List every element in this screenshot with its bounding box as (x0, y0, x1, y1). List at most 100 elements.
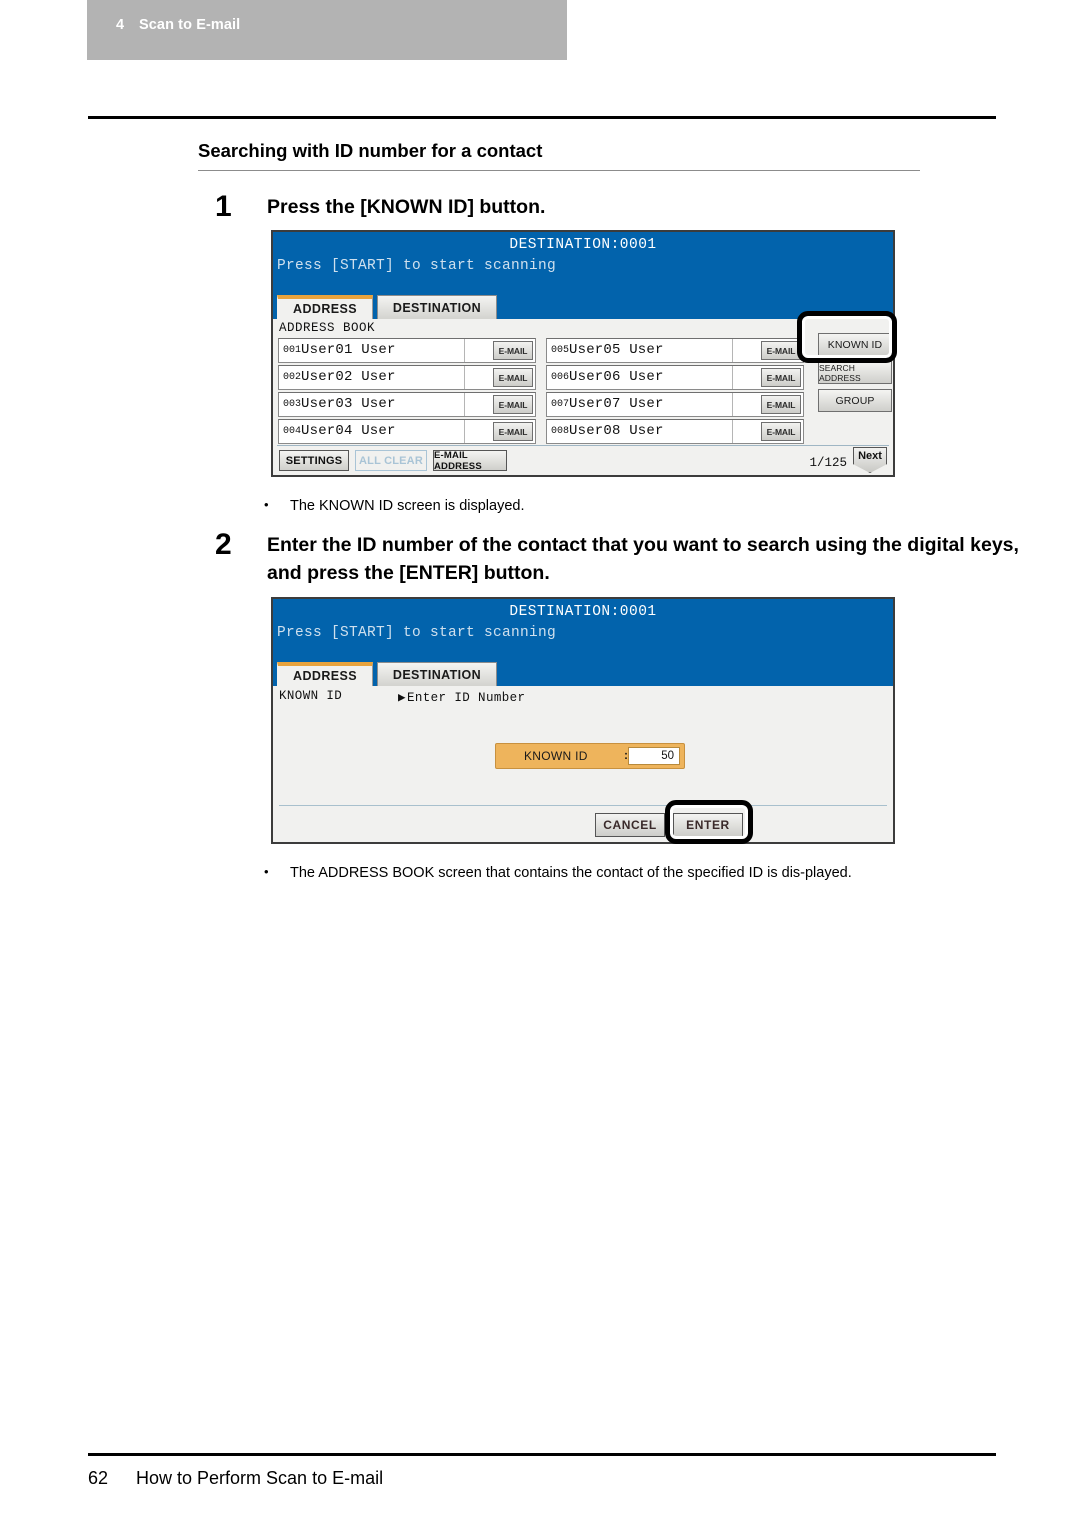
email-type-button[interactable]: E-MAIL (761, 395, 801, 414)
contact-entry-001[interactable]: 001 User01 User E-MAIL (278, 338, 536, 363)
contact-index: 006 (551, 372, 570, 383)
contact-name: User08 User (569, 423, 664, 439)
settings-button[interactable]: SETTINGS (279, 450, 349, 471)
contact-index: 004 (283, 426, 302, 437)
contact-name: User04 User (301, 423, 396, 439)
email-type-button[interactable]: E-MAIL (761, 341, 801, 360)
email-type-button[interactable]: E-MAIL (761, 368, 801, 387)
cell-divider (464, 393, 465, 416)
lcd1-destination-counter: DESTINATION:0001 (509, 237, 657, 253)
cancel-button[interactable]: CANCEL (595, 813, 665, 837)
tab-destination[interactable]: DESTINATION (377, 295, 497, 319)
contact-name: User01 User (301, 342, 396, 358)
contact-name: User05 User (569, 342, 664, 358)
tab-destination[interactable]: DESTINATION (377, 662, 497, 686)
address-row: 001 User01 User E-MAIL 005 User05 User E… (278, 338, 813, 363)
cell-divider (732, 339, 733, 362)
group-button[interactable]: GROUP (818, 389, 892, 412)
step-2-number: 2 (215, 528, 232, 561)
cell-divider (732, 420, 733, 443)
lcd1-tab-row: ADDRESS DESTINATION (273, 295, 893, 319)
lcd1-status-message: Press [START] to start scanning (277, 258, 557, 274)
contact-entry-005[interactable]: 005 User05 User E-MAIL (546, 338, 804, 363)
chapter-header-bar: 4 Scan to E-mail (87, 0, 567, 60)
step-1-text: Press the [KNOWN ID] button. (267, 196, 546, 218)
lcd2-tab-row: ADDRESS DESTINATION (273, 662, 893, 686)
top-divider-rule (88, 116, 996, 119)
address-book-label: ADDRESS BOOK (279, 321, 376, 335)
contact-name: User02 User (301, 369, 396, 385)
cell-divider (732, 393, 733, 416)
email-type-button[interactable]: E-MAIL (493, 422, 533, 441)
contact-entry-004[interactable]: 004 User04 User E-MAIL (278, 419, 536, 444)
known-id-mode-label: KNOWN ID (279, 689, 343, 703)
contact-name: User03 User (301, 396, 396, 412)
bullet-glyph-icon: • (264, 864, 269, 879)
section-heading: Searching with ID number for a contact (198, 140, 920, 171)
contact-index: 008 (551, 426, 570, 437)
note-2: • The ADDRESS BOOK screen that contains … (264, 863, 964, 884)
contact-name: User07 User (569, 396, 664, 412)
contact-index: 003 (283, 399, 302, 410)
all-clear-button[interactable]: ALL CLEAR (355, 450, 427, 471)
contact-entry-003[interactable]: 003 User03 User E-MAIL (278, 392, 536, 417)
step-2-text: Enter the ID number of the contact that … (267, 534, 1019, 584)
lcd2-body: KNOWN ID ▶Enter ID Number KNOWN ID : 50 … (273, 686, 893, 842)
note-1: • The KNOWN ID screen is displayed. (264, 496, 964, 517)
lcd1-side-button-column: KNOWN ID SEARCH ADDRESS GROUP (818, 333, 893, 417)
address-book-grid: 001 User01 User E-MAIL 005 User05 User E… (278, 338, 813, 446)
contact-entry-002[interactable]: 002 User02 User E-MAIL (278, 365, 536, 390)
contact-name: User06 User (569, 369, 664, 385)
contact-index: 001 (283, 345, 302, 356)
note-2-text: The ADDRESS BOOK screen that contains th… (290, 865, 852, 881)
chapter-title: Scan to E-mail (139, 17, 241, 33)
lcd-screen-address-book: DESTINATION:0001 Press [START] to start … (271, 230, 895, 477)
known-id-prompt-text: Enter ID Number (406, 691, 526, 705)
contact-index: 007 (551, 399, 570, 410)
tab-address[interactable]: ADDRESS (277, 662, 373, 686)
footer-title: How to Perform Scan to E-mail (136, 1468, 384, 1488)
lcd2-destination-counter: DESTINATION:0001 (509, 604, 657, 620)
enter-button[interactable]: ENTER (673, 813, 743, 837)
address-row: 002 User02 User E-MAIL 006 User06 User E… (278, 365, 813, 390)
search-address-button[interactable]: SEARCH ADDRESS (818, 361, 892, 384)
known-id-button[interactable]: KNOWN ID (818, 333, 892, 356)
cell-divider (464, 420, 465, 443)
next-page-button[interactable]: Next (853, 447, 887, 473)
triangle-marker-icon: ▶ (398, 691, 406, 705)
bullet-glyph-icon: • (264, 497, 269, 512)
contact-entry-008[interactable]: 008 User08 User E-MAIL (546, 419, 804, 444)
email-type-button[interactable]: E-MAIL (493, 341, 533, 360)
lcd2-divider (279, 805, 887, 806)
bottom-divider-rule (88, 1453, 996, 1456)
note-1-text: The KNOWN ID screen is displayed. (290, 498, 525, 514)
lcd1-footer-bar: SETTINGS ALL CLEAR E-MAIL ADDRESS 1/125 … (277, 445, 889, 475)
contact-entry-007[interactable]: 007 User07 User E-MAIL (546, 392, 804, 417)
page-counter: 1/125 (809, 456, 847, 470)
email-type-button[interactable]: E-MAIL (493, 395, 533, 414)
chapter-number: 4 (116, 17, 125, 33)
step-1-number: 1 (215, 190, 232, 223)
contact-index: 005 (551, 345, 570, 356)
lcd2-header: DESTINATION:0001 Press [START] to start … (273, 599, 893, 662)
address-row: 004 User04 User E-MAIL 008 User08 User E… (278, 419, 813, 444)
known-id-field-value[interactable]: 50 (628, 747, 680, 765)
tab-address[interactable]: ADDRESS (277, 295, 373, 319)
email-address-button[interactable]: E-MAIL ADDRESS (433, 450, 507, 472)
cell-divider (732, 366, 733, 389)
known-id-prompt: ▶Enter ID Number (398, 689, 525, 705)
lcd1-header: DESTINATION:0001 Press [START] to start … (273, 232, 893, 295)
contact-index: 002 (283, 372, 302, 383)
address-row: 003 User03 User E-MAIL 007 User07 User E… (278, 392, 813, 417)
contact-entry-006[interactable]: 006 User06 User E-MAIL (546, 365, 804, 390)
lcd2-status-message: Press [START] to start scanning (277, 625, 557, 641)
page-footer: 62 How to Perform Scan to E-mail (88, 1468, 383, 1489)
known-id-field-label: KNOWN ID (524, 749, 588, 763)
footer-page-number: 62 (88, 1468, 109, 1488)
cell-divider (464, 366, 465, 389)
lcd1-body: ADDRESS BOOK 001 User01 User E-MAIL 005 … (273, 319, 893, 475)
email-type-button[interactable]: E-MAIL (493, 368, 533, 387)
known-id-input-field[interactable]: KNOWN ID : 50 (495, 743, 685, 769)
email-type-button[interactable]: E-MAIL (761, 422, 801, 441)
lcd-screen-known-id: DESTINATION:0001 Press [START] to start … (271, 597, 895, 844)
